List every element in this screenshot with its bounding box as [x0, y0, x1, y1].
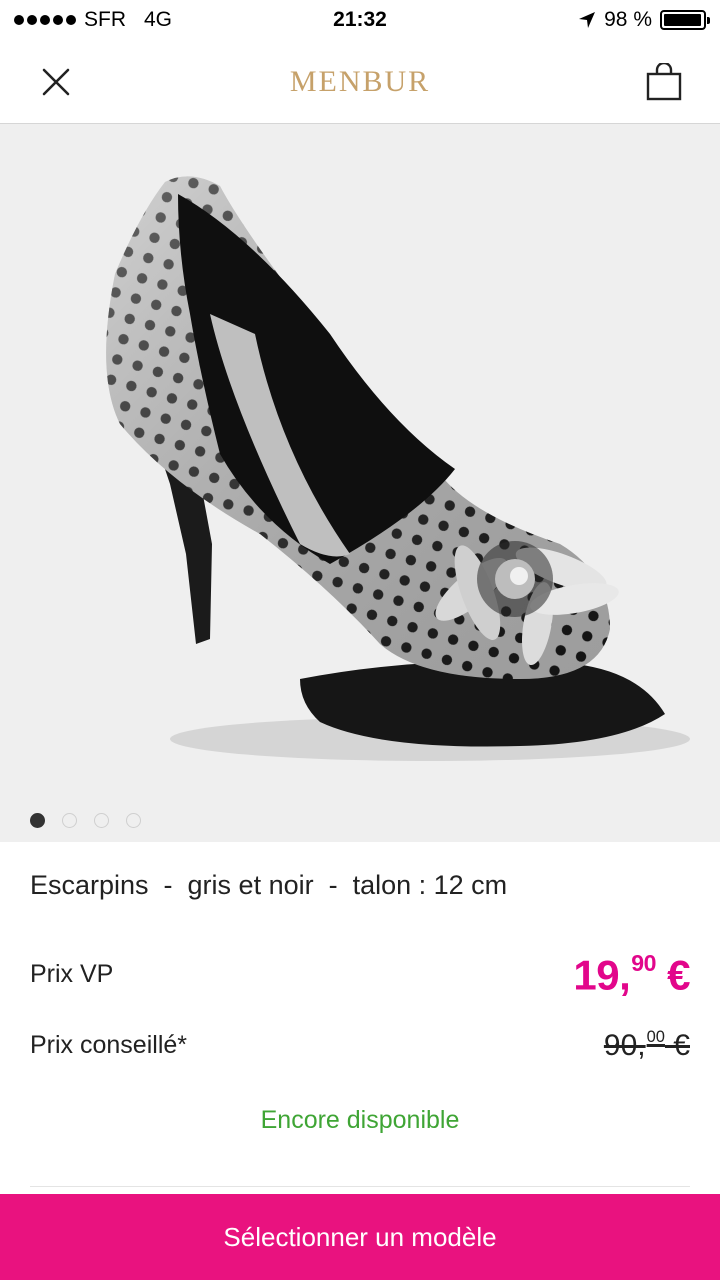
signal-strength-icon	[14, 15, 76, 25]
price-vp-label: Prix VP	[30, 960, 114, 989]
product-photo	[106, 176, 690, 761]
price-old-currency: €	[664, 1029, 690, 1063]
price-old-integer: 90,	[603, 1029, 646, 1063]
shopping-bag-icon	[646, 62, 682, 100]
carrier-name: SFR	[84, 8, 126, 31]
product-image-carousel[interactable]	[0, 124, 720, 842]
carousel-dot[interactable]	[62, 813, 77, 828]
price-old-value: 90,00 €	[604, 1028, 690, 1063]
close-button[interactable]	[36, 62, 76, 102]
price-vp-value: 19,90 €	[573, 950, 690, 999]
price-old-label: Prix conseillé*	[30, 1031, 188, 1060]
carousel-dot[interactable]	[94, 813, 109, 828]
price-old-decimals: 00	[646, 1028, 665, 1046]
network-type: 4G	[144, 8, 173, 31]
carousel-pagination	[30, 813, 141, 828]
product-title: Escarpins - gris et noir - talon : 12 cm	[30, 870, 508, 900]
close-icon	[42, 68, 70, 95]
price-old-row: Prix conseillé* 90,00 €	[30, 1028, 690, 1063]
price-vp-integer: 19,	[573, 951, 631, 999]
select-model-button[interactable]: Sélectionner un modèle	[0, 1194, 720, 1280]
status-left: SFR 4G	[14, 8, 274, 32]
brand-logo: MENBUR	[289, 64, 431, 98]
carousel-dot[interactable]	[30, 813, 45, 828]
price-vp-row: Prix VP 19,90 €	[30, 950, 691, 999]
navigation-bar: MENBUR	[0, 40, 720, 124]
divider	[30, 1186, 690, 1187]
battery-percent: 98 %	[604, 8, 652, 31]
price-vp-decimals: 90	[631, 950, 656, 976]
location-arrow-icon	[579, 12, 596, 28]
status-right: 98 %	[446, 8, 710, 32]
price-vp-currency: €	[655, 951, 690, 999]
battery-level	[664, 14, 702, 26]
clock: 21:32	[333, 8, 387, 31]
carousel-dot[interactable]	[126, 813, 141, 828]
status-bar: SFR 4G 21:32 98 %	[0, 0, 720, 40]
battery-icon	[660, 10, 710, 30]
availability-status: Encore disponible	[260, 1106, 460, 1134]
cart-button[interactable]	[644, 62, 684, 102]
